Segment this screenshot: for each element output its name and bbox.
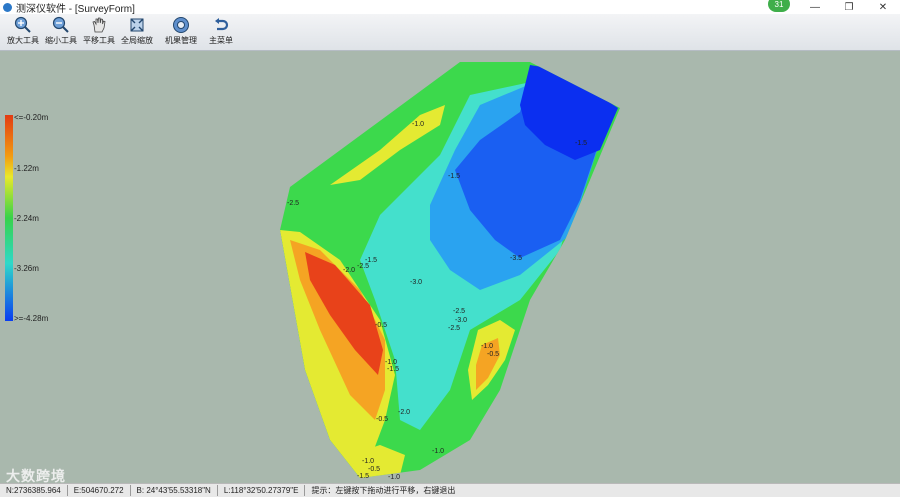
contour-label: -2.0 (398, 409, 410, 416)
main-menu-button[interactable]: 主菜单 (202, 16, 240, 46)
contour-label: -1.5 (357, 473, 369, 480)
contour-label: -1.0 (481, 343, 493, 350)
window-title: 测深仪软件 - [SurveyForm] (16, 3, 135, 15)
contour-label: -1.0 (412, 121, 424, 128)
gear-icon (173, 17, 189, 33)
depth-legend-bar (5, 115, 13, 321)
contour-label: -0.5 (487, 351, 499, 358)
contour-label: -2.5 (357, 263, 369, 270)
minimize-button[interactable]: — (798, 0, 832, 14)
zoom-in-label: 放大工具 (7, 36, 39, 45)
contour-label: -1.0 (385, 359, 397, 366)
zoom-out-button[interactable]: 缩小工具 (42, 16, 80, 46)
restore-button[interactable]: ❐ (832, 0, 866, 14)
contour-label: -1.5 (387, 366, 399, 373)
status-bar: N:2736385.964 E:504670.272 B: 24°43'55.5… (0, 483, 900, 497)
legend-label: -1.22m (14, 164, 39, 173)
toolbar: 放大工具 缩小工具 平移工具 全局缩放 机果管理 主菜单 (0, 14, 900, 51)
pan-button[interactable]: 平移工具 (80, 16, 118, 46)
contour-label: -2.5 (287, 200, 299, 207)
contour-label: -1.5 (575, 140, 587, 147)
status-lon: L:118°32'50.27379"E (218, 485, 306, 496)
contour-label: -3.0 (455, 317, 467, 324)
zoom-out-label: 缩小工具 (45, 36, 77, 45)
full-extent-button[interactable]: 全局缩放 (118, 16, 156, 46)
contour-label: -1.0 (362, 458, 374, 465)
close-button[interactable]: ✕ (866, 0, 900, 14)
bathymetry-map: -1.0 -1.5 -1.5 -2.5 -1.5 -2.0 -2.5 -3.0 … (280, 62, 620, 481)
contour-label: -0.5 (376, 416, 388, 423)
notification-badge[interactable]: 31 (768, 0, 790, 12)
zoom-in-button[interactable]: 放大工具 (4, 16, 42, 46)
contour-label: -0.5 (375, 322, 387, 329)
settings-label: 机果管理 (165, 36, 197, 45)
settings-button[interactable]: 机果管理 (160, 16, 202, 46)
contour-label: -1.0 (388, 474, 400, 481)
app-icon (3, 2, 12, 12)
contour-label: -3.0 (410, 279, 422, 286)
contour-label: -2.5 (448, 325, 460, 332)
legend-label: <=-0.20m (14, 113, 49, 122)
title-bar: 测深仪软件 - [SurveyForm] 31 — ❐ ✕ (0, 0, 900, 15)
full-extent-label: 全局缩放 (121, 36, 153, 45)
status-east: E:504670.272 (68, 485, 131, 496)
contour-label: -2.0 (343, 267, 355, 274)
legend-label: >=-4.28m (14, 314, 49, 323)
main-menu-label: 主菜单 (209, 36, 233, 45)
contour-label: -1.0 (432, 448, 444, 455)
legend-label: -2.24m (14, 214, 39, 223)
status-north: N:2736385.964 (0, 485, 68, 496)
contour-label: -1.5 (448, 173, 460, 180)
contour-label: -2.5 (453, 308, 465, 315)
zoom-out-icon (52, 16, 69, 33)
zoom-in-icon (14, 16, 31, 33)
full-extent-icon (130, 18, 144, 32)
contour-label: -0.5 (368, 466, 380, 473)
status-hint: 提示：左键按下拖动进行平移，右键退出 (311, 486, 456, 495)
undo-icon (215, 18, 229, 31)
pan-hand-icon (92, 17, 106, 33)
pan-label: 平移工具 (83, 36, 115, 45)
contour-label: -3.5 (510, 255, 522, 262)
status-lat: B: 24°43'55.53318"N (131, 485, 218, 496)
map-canvas[interactable]: -1.0 -1.5 -1.5 -2.5 -1.5 -2.0 -2.5 -3.0 … (0, 51, 900, 483)
legend-label: -3.26m (14, 264, 39, 273)
